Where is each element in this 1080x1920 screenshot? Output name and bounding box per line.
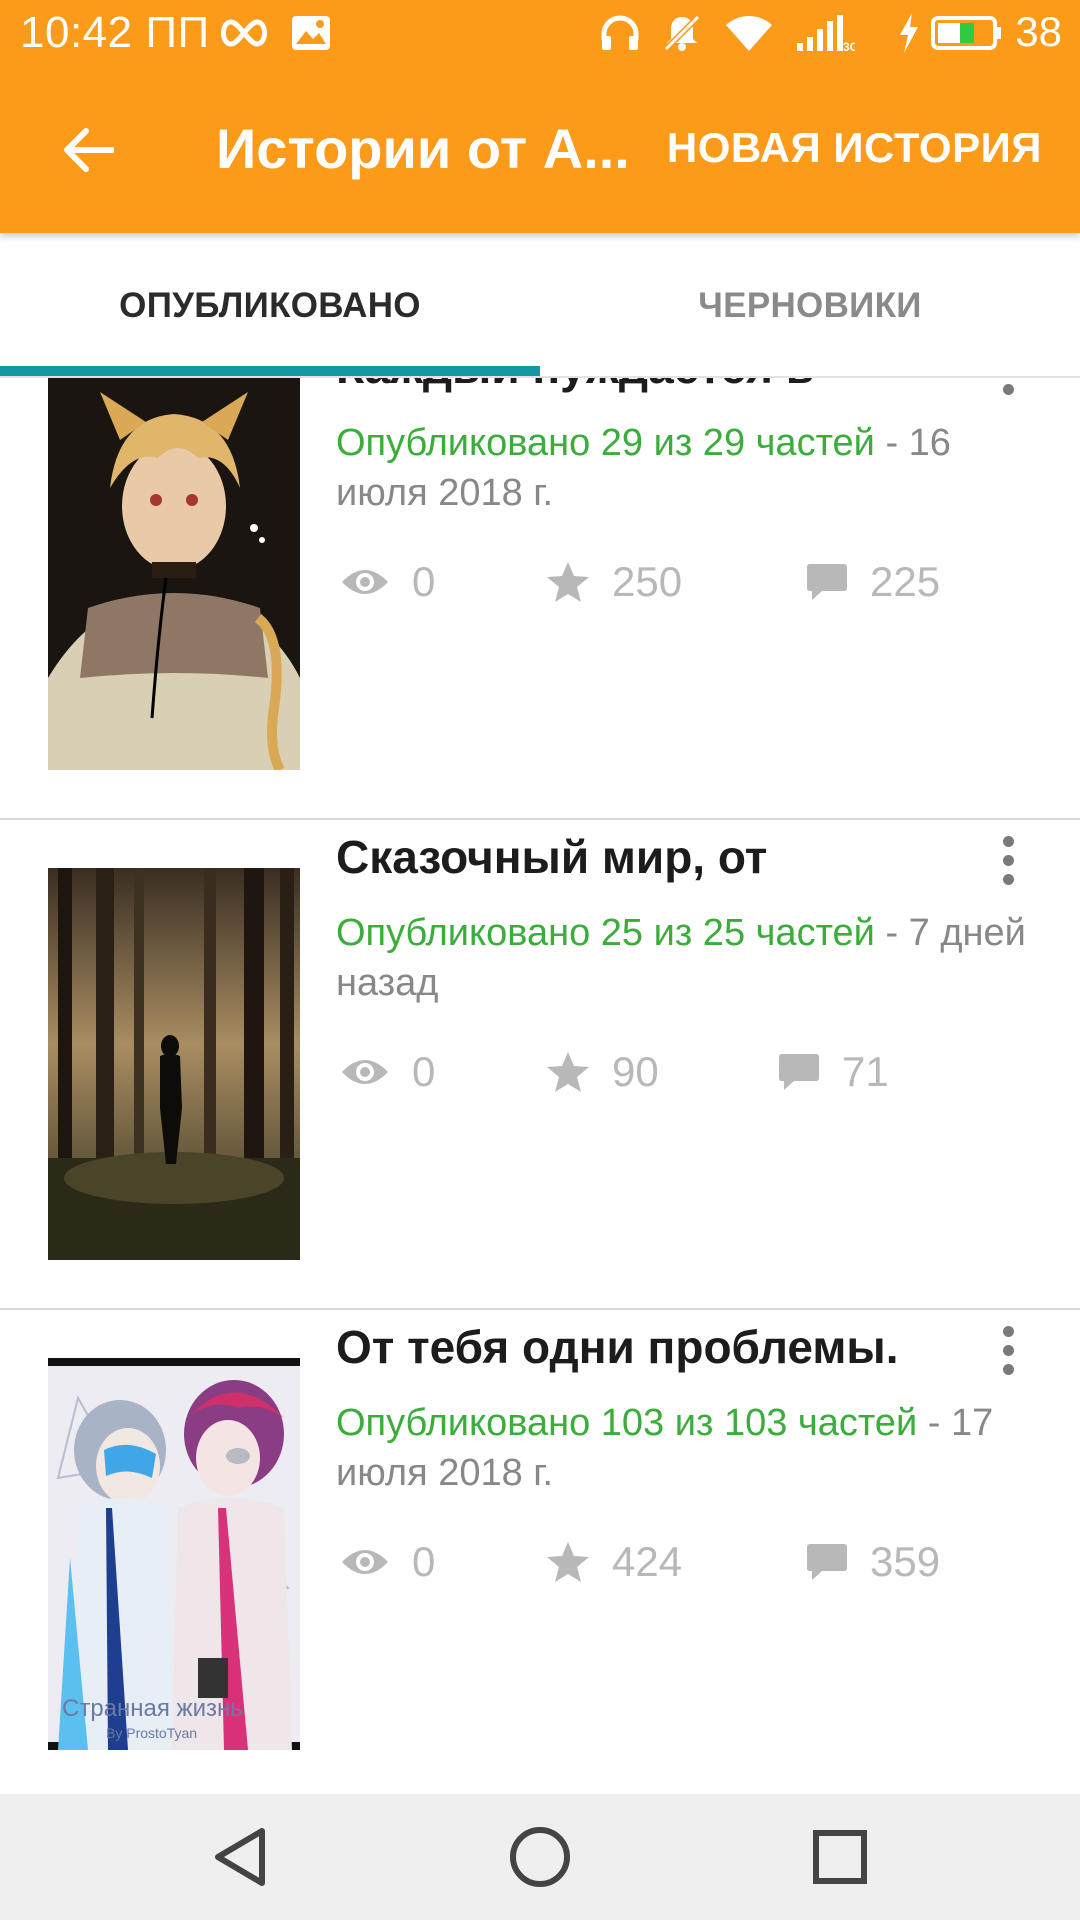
back-nav-icon (215, 1828, 265, 1886)
comments-stat: 359 (806, 1532, 940, 1592)
story-status: Опубликовано 103 из 103 частей - 17 июля… (336, 1398, 1036, 1498)
app-bar: 10:42 ПП 3G 38 Истории от А... НОВАЯ ИСТ… (0, 0, 1080, 233)
votes-stat: 424 (546, 1532, 682, 1592)
story-cover-image[interactable] (48, 868, 300, 1260)
votes-stat: 250 (546, 552, 682, 612)
cover-credit: By ProstoTyan (106, 1725, 197, 1741)
comments-count: 71 (842, 1048, 889, 1095)
votes-count: 250 (612, 558, 683, 605)
story-menu-button[interactable] (978, 820, 1038, 900)
status-bar: 10:42 ПП 3G 38 (0, 0, 1080, 66)
comments-stat: 71 (778, 1042, 889, 1102)
eye-icon (342, 570, 388, 594)
eye-icon (342, 1550, 388, 1574)
story-cover-image[interactable]: Странная жизнь By ProstoTyan (48, 1358, 300, 1750)
star-icon (547, 562, 589, 602)
views-stat: 0 (340, 552, 435, 612)
charging-icon (896, 6, 922, 60)
comments-count: 225 (870, 558, 941, 605)
comments-count: 359 (870, 1538, 941, 1585)
comment-icon (779, 1054, 819, 1090)
more-vert-icon (1002, 1325, 1014, 1337)
story-card[interactable]: Каждый нуждается в Опубликовано 29 из 29… (0, 378, 1080, 820)
published-parts: Опубликовано 103 из 103 частей (336, 1402, 918, 1444)
toolbar: Истории от А... НОВАЯ ИСТОРИЯ (0, 66, 1080, 233)
views-count: 0 (412, 1538, 436, 1585)
tab-indicator (0, 366, 540, 376)
story-stats: 0 90 71 (336, 1042, 1036, 1102)
gallery-icon (288, 6, 334, 60)
battery-icon (930, 6, 1004, 60)
home-nav-icon (510, 1827, 570, 1887)
views-stat: 0 (340, 1042, 435, 1102)
star-icon (547, 1542, 589, 1582)
story-cover-image[interactable] (48, 378, 300, 770)
votes-count: 90 (612, 1048, 659, 1095)
headphones-icon (598, 6, 642, 60)
views-count: 0 (412, 1048, 436, 1095)
story-status: Опубликовано 29 из 29 частей - 16 июля 2… (336, 418, 1036, 518)
views-count: 0 (412, 558, 436, 605)
tab-drafts[interactable]: ЧЕРНОВИКИ (540, 233, 1080, 378)
star-icon (547, 1052, 589, 1092)
tab-published[interactable]: ОПУБЛИКОВАНО (0, 233, 540, 378)
story-stats: 0 424 359 (336, 1532, 1036, 1592)
infinity-icon (214, 6, 274, 60)
nav-home-button[interactable] (500, 1820, 580, 1894)
cover-text: Странная жизнь (62, 1695, 243, 1722)
signal-icon: 3G (792, 6, 858, 60)
page-title: Истории от А... (216, 117, 630, 180)
arrow-back-icon (64, 128, 114, 172)
story-title[interactable]: Каждый нуждается в (336, 378, 814, 394)
new-story-button[interactable]: НОВАЯ ИСТОРИЯ (667, 124, 1042, 172)
story-card[interactable]: Странная жизнь By ProstoTyan От тебя одн… (0, 1310, 1080, 1794)
story-title[interactable]: От тебя одни проблемы. (336, 1320, 899, 1374)
mute-icon (660, 6, 704, 60)
back-button[interactable] (46, 108, 130, 192)
comment-icon (807, 1544, 847, 1580)
story-list[interactable]: Каждый нуждается в Опубликовано 29 из 29… (0, 378, 1080, 1794)
story-card[interactable]: Сказочный мир, от Опубликовано 25 из 25 … (0, 820, 1080, 1310)
story-menu-button[interactable] (978, 1310, 1038, 1390)
views-stat: 0 (340, 1532, 435, 1592)
nav-back-button[interactable] (200, 1820, 280, 1894)
system-nav-bar (0, 1794, 1080, 1920)
status-time: 10:42 ПП (20, 8, 210, 57)
battery-percent: 38 (1015, 8, 1062, 55)
recents-nav-icon (813, 1830, 867, 1884)
published-parts: Опубликовано 25 из 25 частей (336, 912, 875, 954)
wifi-icon (722, 6, 776, 60)
nav-recents-button[interactable] (800, 1820, 880, 1894)
story-stats: 0 250 225 (336, 552, 1036, 612)
svg-text:3G: 3G (843, 40, 855, 53)
story-title[interactable]: Сказочный мир, от (336, 830, 767, 884)
comment-icon (807, 564, 847, 600)
tab-bar: ОПУБЛИКОВАНО ЧЕРНОВИКИ (0, 233, 1080, 378)
story-menu-button[interactable] (978, 378, 1038, 410)
eye-icon (342, 1060, 388, 1084)
comments-stat: 225 (806, 552, 940, 612)
more-vert-icon (1002, 835, 1014, 847)
votes-count: 424 (612, 1538, 683, 1585)
votes-stat: 90 (546, 1042, 659, 1102)
story-status: Опубликовано 25 из 25 частей - 7 дней на… (336, 908, 1036, 1008)
published-parts: Опубликовано 29 из 29 частей (336, 422, 875, 464)
